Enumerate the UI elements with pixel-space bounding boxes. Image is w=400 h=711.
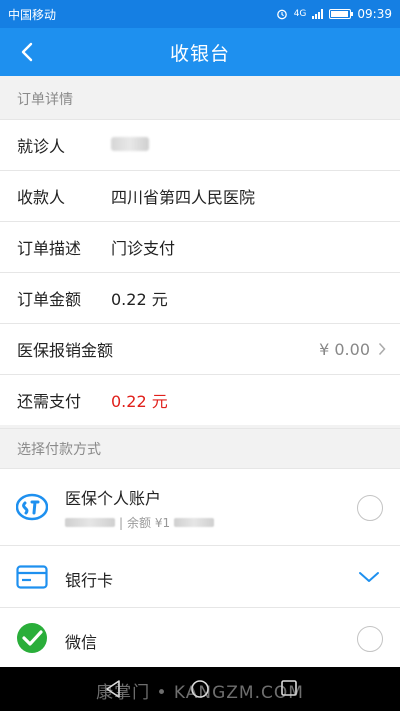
chevron-right-icon [378,342,386,356]
system-navigation-bar [0,667,400,711]
carrier-label: 中国移动 [8,7,57,22]
social-insurance-icon [16,493,48,521]
back-button[interactable] [12,36,42,68]
status-bar: 中国移动 4G 09:39 [0,0,400,28]
patient-row: 就诊人 [0,119,400,170]
payment-option-wechat[interactable]: 微信 [0,607,400,667]
patient-label: 就诊人 [17,137,66,156]
battery-icon [329,9,354,19]
home-circle-icon[interactable] [190,679,210,699]
insurance-reimbursement-label: 医保报销金额 [17,341,114,360]
wechat-radio-button[interactable] [357,626,383,652]
payment-option-insurance[interactable]: 医保个人账户 | 余额 ¥1 [0,468,400,545]
wechat-icon [17,623,47,653]
alarm-icon [276,9,287,20]
patient-name-redacted [111,136,149,155]
status-indicators: 4G 09:39 [276,7,392,21]
clock-time: 09:39 [357,7,392,21]
order-amount-row: 订单金额 0.22 元 [0,272,400,323]
amount-due-value: 0.22 元 [111,392,168,411]
bank-card-icon [16,565,48,589]
payee-row: 收款人 四川省第四人民医院 [0,170,400,221]
order-description-label: 订单描述 [17,239,82,258]
bank-card-title: 银行卡 [65,571,114,590]
order-description-value: 门诊支付 [111,239,176,258]
balance-label: 余额 ¥1 [127,516,171,530]
insurance-radio-button[interactable] [357,495,383,521]
order-amount-value: 0.22 元 [111,290,168,309]
payee-label: 收款人 [17,188,66,207]
account-number-redacted [65,518,115,527]
back-triangle-icon[interactable] [104,679,122,699]
insurance-account-title: 医保个人账户 [65,489,162,508]
order-description-row: 订单描述 门诊支付 [0,221,400,272]
order-details-heading: 订单详情 [0,79,400,119]
insurance-account-details: | 余额 ¥1 [65,514,215,531]
amount-due-row: 还需支付 0.22 元 [0,374,400,425]
insurance-reimbursement-value: ¥ 0.00 [319,339,370,359]
amount-due-label: 还需支付 [17,392,82,411]
balance-redacted [174,518,215,527]
header-bar: 收银台 [0,28,400,76]
separator: | [119,515,124,530]
wechat-title: 微信 [65,633,98,652]
payee-value: 四川省第四人民医院 [111,188,256,207]
chevron-left-icon [21,42,33,62]
payment-option-bank-card[interactable]: 银行卡 [0,545,400,607]
chevron-down-icon[interactable] [358,571,380,583]
payment-method-heading: 选择付款方式 [0,428,400,468]
page-title: 收银台 [169,42,230,65]
signal-icon [312,9,324,19]
recent-apps-icon[interactable] [280,679,298,697]
order-amount-label: 订单金额 [17,290,82,309]
insurance-reimbursement-row[interactable]: 医保报销金额 ¥ 0.00 [0,323,400,374]
network-label: 4G [293,9,307,19]
